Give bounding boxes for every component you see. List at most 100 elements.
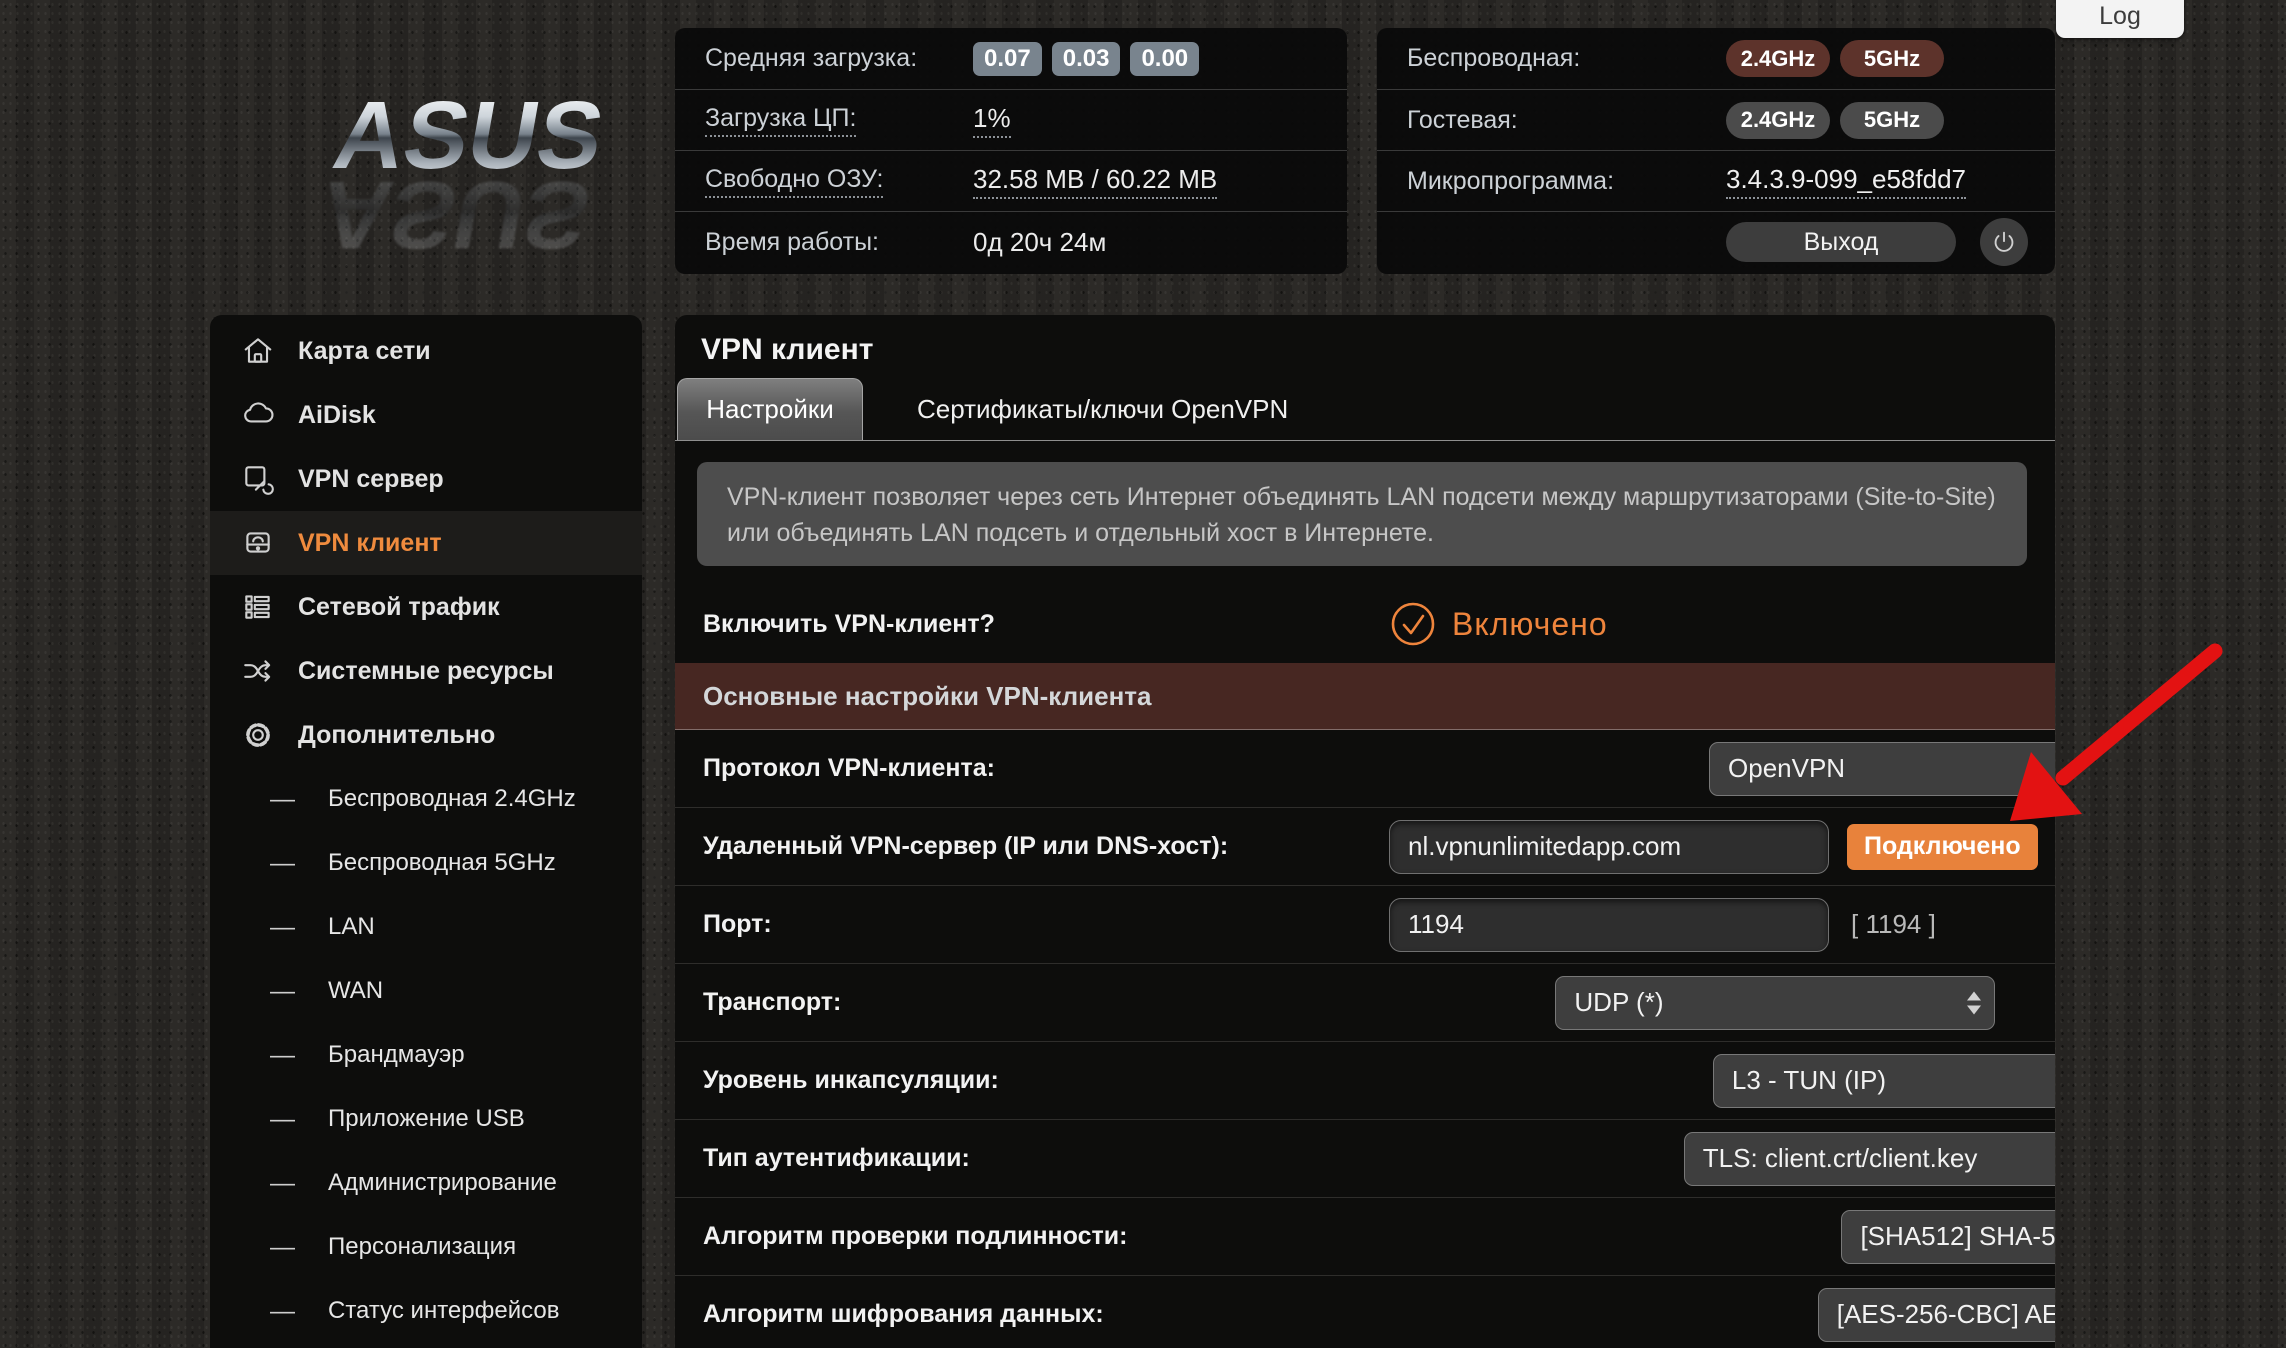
free-ram-row: Свободно ОЗУ: 32.58 MB / 60.22 MB bbox=[675, 150, 1347, 211]
sidebar-item-vpn-client[interactable]: VPN клиент bbox=[210, 511, 642, 575]
free-ram-value[interactable]: 32.58 MB / 60.22 MB bbox=[973, 164, 1217, 199]
enable-vpn-row: Включить VPN-клиент? Включено bbox=[675, 585, 2055, 663]
sidebar-item-label: Карта сети bbox=[298, 337, 431, 366]
firmware-row: Микропрограмма: 3.4.3.9-099_e58fdd7 bbox=[1377, 150, 2055, 211]
dash-icon: — bbox=[270, 1105, 328, 1134]
port-default-hint: [ 1194 ] bbox=[1851, 909, 1936, 940]
sidebar-subitem-lan[interactable]: — LAN bbox=[210, 895, 642, 959]
sidebar-subitem-label: Администрирование bbox=[328, 1169, 557, 1197]
guest-2g-badge[interactable]: 2.4GHz bbox=[1726, 102, 1830, 139]
dash-icon: — bbox=[270, 785, 328, 814]
wireless-row: Беспроводная: 2.4GHz 5GHz bbox=[1377, 28, 2055, 89]
dash-icon: — bbox=[270, 1041, 328, 1070]
guest-label: Гостевая: bbox=[1407, 106, 1518, 135]
port-row: Порт: [ 1194 ] bbox=[675, 886, 2055, 964]
transport-row: Транспорт: UDP (*) bbox=[675, 964, 2055, 1042]
auth-type-select[interactable]: TLS: client.crt/client.key bbox=[1684, 1132, 2055, 1186]
cpu-load-label[interactable]: Загрузка ЦП: bbox=[705, 104, 856, 137]
up-down-arrows-icon bbox=[1967, 991, 1981, 1014]
vpn-server-icon bbox=[240, 461, 276, 497]
sidebar-item-aidisk[interactable]: AiDisk bbox=[210, 383, 642, 447]
sidebar-subitem-label: Беспроводная 5GHz bbox=[328, 849, 556, 877]
uptime-row: Время работы: 0д 20ч 24м bbox=[675, 211, 1347, 272]
auth-type-value: TLS: client.crt/client.key bbox=[1703, 1143, 1978, 1174]
log-button[interactable]: Log bbox=[2056, 0, 2184, 38]
port-input[interactable] bbox=[1389, 898, 1829, 952]
sidebar-subitem-wan[interactable]: — WAN bbox=[210, 959, 642, 1023]
encapsulation-value: L3 - TUN (IP) bbox=[1732, 1065, 1886, 1096]
sidebar-item-label: VPN клиент bbox=[298, 529, 442, 558]
system-status-panel: Средняя загрузка: 0.07 0.03 0.00 Загрузк… bbox=[675, 28, 1347, 274]
sidebar-subitem-wireless-24[interactable]: — Беспроводная 2.4GHz bbox=[210, 767, 642, 831]
sidebar-item-network-map[interactable]: Карта сети bbox=[210, 319, 642, 383]
vpn-enabled-status: Включено bbox=[1452, 606, 1608, 643]
hmac-algorithm-row: Алгоритм проверки подлинности: [SHA512] … bbox=[675, 1198, 2055, 1276]
sidebar-subitem-usb-app[interactable]: — Приложение USB bbox=[210, 1087, 642, 1151]
sidebar-item-label: Сетевой трафик bbox=[298, 593, 500, 622]
guest-5g-badge[interactable]: 5GHz bbox=[1840, 102, 1944, 139]
cpu-load-value[interactable]: 1% bbox=[973, 103, 1011, 138]
uptime-value: 0д 20ч 24м bbox=[973, 227, 1106, 258]
cipher-row: Алгоритм шифрования данных: [AES-256-CBC… bbox=[675, 1276, 2055, 1348]
dash-icon: — bbox=[270, 1297, 328, 1326]
logout-button[interactable]: Выход bbox=[1726, 222, 1956, 262]
sidebar-subitem-label: Статус интерфейсов bbox=[328, 1297, 559, 1325]
transport-select[interactable]: UDP (*) bbox=[1555, 976, 1995, 1030]
sidebar-subitem-wireless-5[interactable]: — Беспроводная 5GHz bbox=[210, 831, 642, 895]
sidebar-subitem-administration[interactable]: — Администрирование bbox=[210, 1151, 642, 1215]
sidebar-subitem-personalization[interactable]: — Персонализация bbox=[210, 1215, 642, 1279]
load-average-row: Средняя загрузка: 0.07 0.03 0.00 bbox=[675, 28, 1347, 89]
hmac-algorithm-value: [SHA512] SHA-512, 512 bit bbox=[1860, 1221, 2055, 1252]
remote-server-label: Удаленный VPN-сервер (IP или DNS-хост): bbox=[675, 832, 1228, 861]
sidebar-item-advanced[interactable]: Дополнительно bbox=[210, 703, 642, 767]
auth-type-label: Тип аутентификации: bbox=[675, 1144, 970, 1173]
hmac-algorithm-select[interactable]: [SHA512] SHA-512, 512 bit bbox=[1841, 1210, 2055, 1264]
dash-icon: — bbox=[270, 1233, 328, 1262]
cipher-select[interactable]: [AES-256-CBC] AES, 256 bit bbox=[1818, 1288, 2055, 1342]
tab-openvpn-certs[interactable]: Сертификаты/ключи OpenVPN bbox=[887, 378, 1318, 440]
protocol-select[interactable]: OpenVPN bbox=[1709, 742, 2055, 796]
reboot-button[interactable] bbox=[1980, 218, 2028, 266]
remote-server-row: Удаленный VPN-сервер (IP или DNS-хост): … bbox=[675, 808, 2055, 886]
uptime-label: Время работы: bbox=[705, 228, 879, 257]
free-ram-label[interactable]: Свободно ОЗУ: bbox=[705, 165, 883, 198]
transport-label: Транспорт: bbox=[675, 988, 841, 1017]
auth-type-row: Тип аутентификации: TLS: client.crt/clie… bbox=[675, 1120, 2055, 1198]
vpn-description: VPN-клиент позволяет через сеть Интернет… bbox=[697, 462, 2027, 566]
load-15min-badge: 0.00 bbox=[1130, 42, 1199, 76]
vpn-enabled-toggle[interactable]: Включено bbox=[1389, 600, 1608, 648]
sidebar-item-label: VPN сервер bbox=[298, 465, 444, 494]
port-label: Порт: bbox=[675, 910, 772, 939]
cipher-label: Алгоритм шифрования данных: bbox=[675, 1300, 1104, 1329]
sidebar-item-system-resources[interactable]: Системные ресурсы bbox=[210, 639, 642, 703]
sidebar-item-network-traffic[interactable]: Сетевой трафик bbox=[210, 575, 642, 639]
shuffle-icon bbox=[240, 653, 276, 689]
transport-value: UDP (*) bbox=[1574, 987, 1663, 1018]
dash-icon: — bbox=[270, 849, 328, 878]
sidebar-subitem-label: Брандмауэр bbox=[328, 1041, 465, 1069]
remote-server-input[interactable] bbox=[1389, 820, 1829, 874]
dash-icon: — bbox=[270, 913, 328, 942]
sidebar-subitem-label: Приложение USB bbox=[328, 1105, 525, 1133]
protocol-row: Протокол VPN-клиента: OpenVPN bbox=[675, 730, 2055, 808]
basic-settings-header: Основные настройки VPN-клиента bbox=[675, 663, 2055, 730]
dash-icon: — bbox=[270, 1169, 328, 1198]
sidebar-subitem-label: WAN bbox=[328, 977, 383, 1005]
vpn-client-icon bbox=[240, 525, 276, 561]
wireless-2g-badge[interactable]: 2.4GHz bbox=[1726, 40, 1830, 77]
sidebar-nav: Карта сети AiDisk VPN сервер VPN клиент … bbox=[210, 315, 642, 1348]
wireless-5g-badge[interactable]: 5GHz bbox=[1840, 40, 1944, 77]
sidebar-subitem-firewall[interactable]: — Брандмауэр bbox=[210, 1023, 642, 1087]
encapsulation-label: Уровень инкапсуляции: bbox=[675, 1066, 999, 1095]
encapsulation-select[interactable]: L3 - TUN (IP) bbox=[1713, 1054, 2055, 1108]
firmware-version-link[interactable]: 3.4.3.9-099_e58fdd7 bbox=[1726, 164, 1966, 199]
vpn-client-panel: VPN клиент Настройки Сертификаты/ключи O… bbox=[675, 315, 2055, 1348]
sidebar-item-label: Дополнительно bbox=[298, 721, 495, 750]
tab-settings[interactable]: Настройки bbox=[677, 378, 863, 440]
sidebar-subitem-interface-status[interactable]: — Статус интерфейсов bbox=[210, 1279, 642, 1343]
check-circle-icon bbox=[1389, 600, 1437, 648]
logout-row: Выход bbox=[1377, 211, 2055, 272]
radio-panel: Беспроводная: 2.4GHz 5GHz Гостевая: 2.4G… bbox=[1377, 28, 2055, 274]
sidebar-item-vpn-server[interactable]: VPN сервер bbox=[210, 447, 642, 511]
vpn-settings-form: Протокол VPN-клиента: OpenVPN Удаленный … bbox=[675, 730, 2055, 1348]
